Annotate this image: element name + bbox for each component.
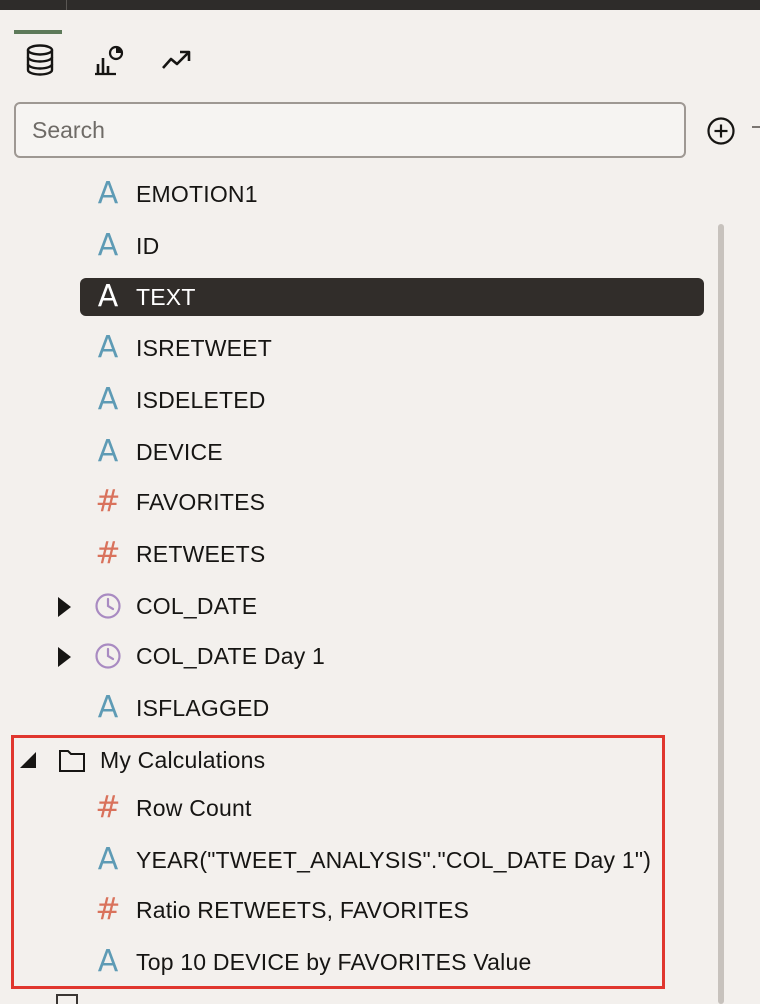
panel-edge [752,126,760,128]
plus-circle-icon [707,117,735,145]
add-button[interactable] [706,116,736,146]
column-text[interactable]: A TEXT [0,279,710,315]
attribute-icon: A [97,690,119,725]
expand-icon[interactable] [58,647,71,667]
clock-icon [94,638,122,674]
column-label: ISRETWEET [136,335,272,361]
toolbar-divider [66,0,67,10]
scrollbar[interactable] [718,224,724,1004]
column-label: TEXT [136,284,196,310]
column-label: ISDELETED [136,387,266,413]
column-isdeleted[interactable]: A ISDELETED [0,382,710,418]
attribute-icon: A [97,176,119,211]
column-label: DEVICE [136,439,223,465]
database-icon [26,44,54,76]
column-favorites[interactable]: # FAVORITES [0,484,710,520]
column-isflagged[interactable]: A ISFLAGGED [0,690,710,726]
highlight-annotation [11,735,665,989]
column-label: FAVORITES [136,489,266,515]
column-device[interactable]: A DEVICE [0,434,710,470]
active-tab-indicator [14,30,62,34]
column-emotion1[interactable]: A EMOTION1 [0,176,710,212]
expand-icon[interactable] [58,597,71,617]
column-label: EMOTION1 [136,181,258,207]
column-label: ID [136,233,160,259]
column-col-date-day-1[interactable]: COL_DATE Day 1 [0,638,710,674]
search-input[interactable] [14,102,686,158]
measure-icon: # [95,536,121,571]
top-toolbar [0,0,760,10]
column-label: COL_DATE Day 1 [136,643,325,669]
column-retweets[interactable]: # RETWEETS [0,536,710,572]
column-isretweet[interactable]: A ISRETWEET [0,330,710,366]
attribute-icon: A [97,279,119,314]
partial-item-icon [56,994,78,1004]
chart-icon [95,45,124,76]
clock-icon [94,588,122,624]
measure-icon: # [95,484,121,519]
attribute-icon: A [97,382,119,417]
column-label: COL_DATE [136,593,258,619]
column-col-date[interactable]: COL_DATE [0,588,710,624]
tab-data[interactable] [22,42,58,78]
column-label: ISFLAGGED [136,695,270,721]
column-label: RETWEETS [136,541,266,567]
attribute-icon: A [97,228,119,263]
trend-icon [162,50,191,69]
attribute-icon: A [97,434,119,469]
tab-analytics[interactable] [158,42,194,78]
column-id[interactable]: A ID [0,228,710,264]
attribute-icon: A [97,330,119,365]
tab-visualizations[interactable] [90,42,126,78]
